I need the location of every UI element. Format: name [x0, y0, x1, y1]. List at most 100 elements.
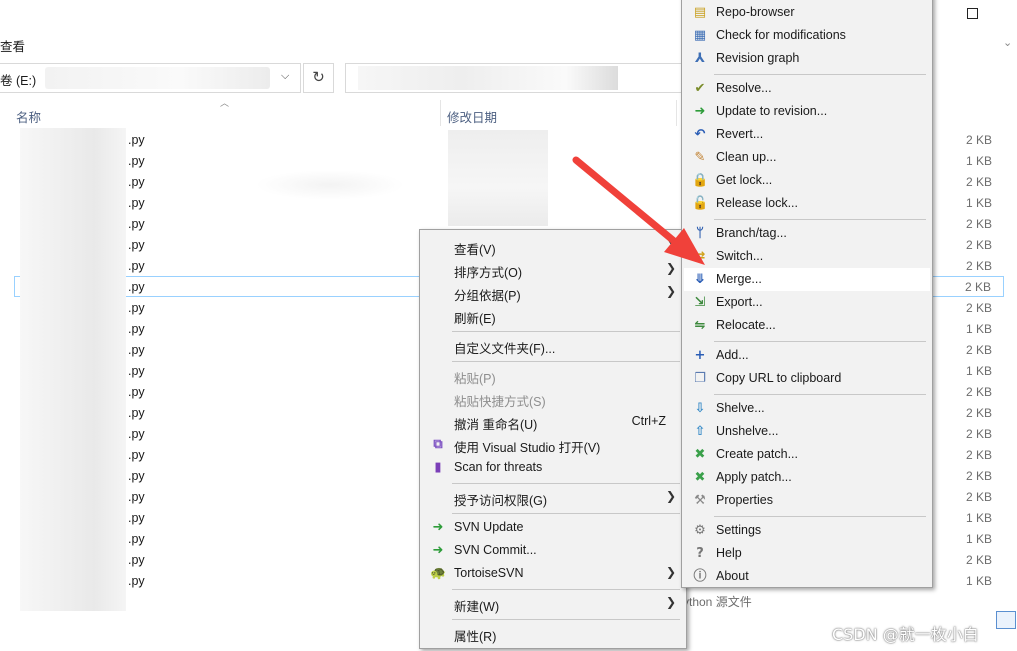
- menu-item-label: About: [716, 569, 749, 583]
- file-size: 2 KB: [965, 301, 992, 315]
- address-bar[interactable]: 卷 (E:) ⌵: [0, 63, 301, 93]
- context-menu-item-p[interactable]: 粘贴(P): [422, 364, 684, 387]
- add-icon: +: [694, 348, 706, 363]
- svn-menu-item-create-patch[interactable]: ✖ Create patch...: [684, 443, 930, 466]
- file-size: 2 KB: [965, 343, 992, 357]
- file-name: .py: [128, 238, 145, 252]
- file-size: 2 KB: [965, 238, 992, 252]
- file-name: .py: [128, 574, 145, 588]
- svn-menu-item-properties[interactable]: ⚒ Properties: [684, 489, 930, 512]
- context-menu-item-svn-update[interactable]: ➜ SVN Update: [422, 516, 684, 539]
- file-name: .py: [128, 532, 145, 546]
- svn-menu-item-update-to-revision[interactable]: ➜ Update to revision...: [684, 100, 930, 123]
- context-menu-item-s[interactable]: 粘贴快捷方式(S): [422, 387, 684, 410]
- menu-item-label: SVN Commit...: [454, 543, 537, 557]
- ribbon-tab-view[interactable]: 查看: [0, 36, 25, 55]
- file-size: 1 KB: [965, 154, 992, 168]
- column-header-date-modified[interactable]: 修改日期: [447, 107, 497, 126]
- svn-menu-item-get-lock[interactable]: 🔒 Get lock...: [684, 169, 930, 192]
- svn-menu-item-help[interactable]: ? Help: [684, 542, 930, 565]
- svn-menu-item-settings[interactable]: ⚙ Settings: [684, 519, 930, 542]
- svn-menu-item-repo-browser[interactable]: ▤ Repo-browser: [684, 1, 930, 24]
- shelve-icon: ⇩: [694, 401, 706, 416]
- menu-separator: [452, 589, 680, 590]
- svn-menu-item-resolve[interactable]: ✔ Resolve...: [684, 77, 930, 100]
- svn-menu-item-merge[interactable]: ⤋ Merge...: [684, 268, 930, 291]
- context-menu-item-e[interactable]: 刷新(E): [422, 304, 684, 327]
- file-name: .py: [128, 154, 145, 168]
- svn-menu-item-revert[interactable]: ↶ Revert...: [684, 123, 930, 146]
- column-divider[interactable]: [440, 100, 441, 126]
- context-menu-item-r[interactable]: 属性(R): [422, 622, 684, 645]
- context-menu-item-svn-commit[interactable]: ➜ SVN Commit...: [422, 539, 684, 562]
- file-name: .py: [128, 364, 145, 378]
- context-menu-item-tortoisesvn[interactable]: 🐢 TortoiseSVN ❯: [422, 562, 684, 585]
- svn-menu-item-copy-url-to-clipboard[interactable]: ❐ Copy URL to clipboard: [684, 367, 930, 390]
- create-patch-icon: ✖: [694, 447, 706, 462]
- svn-menu-item-clean-up[interactable]: ✎ Clean up...: [684, 146, 930, 169]
- svn-menu-item-add[interactable]: + Add...: [684, 344, 930, 367]
- svn-menu-item-revision-graph[interactable]: ⅄ Revision graph: [684, 47, 930, 70]
- details-view-icon[interactable]: [996, 611, 1016, 629]
- merge-icon: ⤋: [694, 272, 706, 287]
- ribbon-expand-chevron-icon[interactable]: ⌄: [1003, 36, 1012, 49]
- menu-item-label: Export...: [716, 295, 763, 309]
- help-icon: ?: [696, 546, 704, 561]
- context-menu-item-g[interactable]: 授予访问权限(G) ❯: [422, 486, 684, 509]
- svn-commit-icon: ➜: [432, 543, 444, 558]
- settings-icon: ⚙: [694, 523, 706, 538]
- tortoisesvn-icon: 🐢: [430, 566, 447, 581]
- menu-item-label: 刷新(E): [454, 312, 496, 326]
- svn-menu-item-unshelve[interactable]: ⇧ Unshelve...: [684, 420, 930, 443]
- file-type-label: ython 源文件: [683, 595, 752, 609]
- svn-menu-item-shelve[interactable]: ⇩ Shelve...: [684, 397, 930, 420]
- svn-update-icon: ➜: [432, 520, 444, 535]
- menu-item-label: TortoiseSVN: [454, 566, 524, 580]
- context-menu-item-p[interactable]: 分组依据(P) ❯: [422, 281, 684, 304]
- svn-menu-item-export[interactable]: ⇲ Export...: [684, 291, 930, 314]
- submenu-chevron-icon: ❯: [665, 565, 676, 579]
- column-header-name[interactable]: 名称: [16, 107, 41, 126]
- svn-menu-item-relocate[interactable]: ⇋ Relocate...: [684, 314, 930, 337]
- maximize-icon[interactable]: [967, 8, 978, 19]
- svn-menu-item-check-for-modifications[interactable]: ▦ Check for modifications: [684, 24, 930, 47]
- column-divider[interactable]: [676, 100, 677, 126]
- address-dropdown-chevron-icon[interactable]: ⌵: [281, 70, 289, 83]
- menu-separator: [452, 513, 680, 514]
- svn-menu-item-release-lock[interactable]: 🔓 Release lock...: [684, 192, 930, 215]
- file-name: .py: [128, 511, 145, 525]
- svn-menu-item-switch[interactable]: ⇄ Switch...: [684, 245, 930, 268]
- menu-separator: [714, 74, 926, 75]
- submenu-chevron-icon: ❯: [665, 284, 676, 298]
- submenu-chevron-icon: ❯: [665, 238, 676, 252]
- menu-item-label: 使用 Visual Studio 打开(V): [454, 441, 601, 455]
- context-menu-item-f[interactable]: 自定义文件夹(F)...: [422, 334, 684, 357]
- menu-item-label: Copy URL to clipboard: [716, 371, 842, 385]
- context-menu-item-w[interactable]: 新建(W) ❯: [422, 592, 684, 615]
- svn-menu-item-branch-tag[interactable]: ᛘ Branch/tag...: [684, 222, 930, 245]
- context-menu-item-o[interactable]: 排序方式(O) ❯: [422, 258, 684, 281]
- menu-item-label: 自定义文件夹(F)...: [454, 342, 556, 356]
- file-name: .py: [128, 133, 145, 147]
- cleanup-icon: ✎: [694, 150, 706, 165]
- file-size: 2 KB: [965, 259, 992, 273]
- menu-item-label: Check for modifications: [716, 28, 846, 42]
- svn-menu-item-apply-patch[interactable]: ✖ Apply patch...: [684, 466, 930, 489]
- context-menu-item-visual-studio-v[interactable]: ⧉ 使用 Visual Studio 打开(V): [422, 433, 684, 456]
- file-name: .py: [128, 301, 145, 315]
- search-input[interactable]: [345, 63, 687, 93]
- file-size: 1 KB: [965, 364, 992, 378]
- menu-separator: [452, 361, 680, 362]
- file-name: .py: [128, 196, 145, 210]
- file-size: 2 KB: [965, 448, 992, 462]
- file-size: 2 KB: [965, 217, 992, 231]
- switch-icon: ⇄: [694, 249, 706, 264]
- file-size: 1 KB: [965, 532, 992, 546]
- context-menu-item-u[interactable]: 撤消 重命名(U) Ctrl+Z: [422, 410, 684, 433]
- context-menu-item-v[interactable]: 查看(V) ❯: [422, 235, 684, 258]
- refresh-button[interactable]: ↻: [303, 63, 334, 93]
- svn-menu-item-about[interactable]: ⓘ About: [684, 565, 930, 588]
- context-menu-item-scan-for-threats[interactable]: ▮ Scan for threats: [422, 456, 684, 479]
- revision-graph-icon: ⅄: [695, 51, 705, 66]
- copy-url-icon: ❐: [694, 371, 706, 386]
